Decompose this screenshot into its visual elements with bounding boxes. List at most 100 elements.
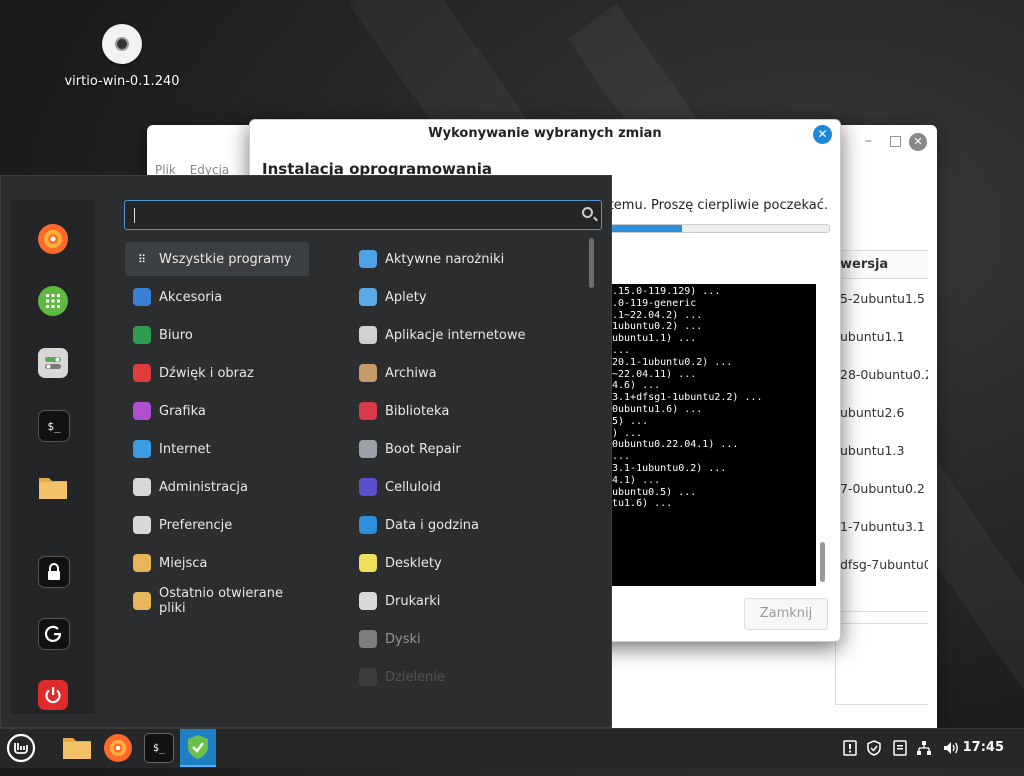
app-item[interactable]: Dyski [351,622,585,656]
applets-icon [359,288,377,306]
palette-icon [133,402,151,420]
notifications-icon[interactable] [842,740,858,756]
settings-icon[interactable] [38,348,68,378]
software-manager-icon[interactable] [38,286,68,316]
app-label: Dyski [385,631,421,647]
package-list[interactable]: wersja 5-2ubuntu1.5 ubuntu1.1 28-0ubuntu… [835,250,928,612]
category-label: Dźwięk i obraz [159,365,254,381]
maximize-button[interactable]: □ [889,133,902,149]
category-item[interactable]: Ostatnio otwierane pliki [125,584,309,618]
column-header-version[interactable]: wersja [836,251,928,279]
power-icon[interactable] [38,680,68,710]
firefox-icon[interactable] [38,224,68,254]
admin-icon [133,478,151,496]
clock[interactable]: 17:45 [963,740,1004,755]
app-item[interactable]: Aplikacje internetowe [351,318,585,352]
app-label: Celluloid [385,479,441,495]
clock-icon [359,516,377,534]
desktop-icon-virtio[interactable]: virtio-win-0.1.240 [62,24,182,89]
folder-icon [133,554,151,572]
list-item[interactable]: 7-0ubuntu0.2 [840,481,928,496]
category-label: Wszystkie programy [159,251,292,267]
terminal-scroll-thumb[interactable] [820,542,825,582]
category-label: Ostatnio otwierane pliki [159,586,283,616]
apps-scrollbar[interactable] [589,238,594,288]
disks-icon [359,630,377,648]
list-item[interactable]: ubuntu2.6 [840,405,928,420]
logout-icon[interactable] [38,618,70,650]
taskbar-firefox-icon[interactable] [104,734,132,762]
category-item[interactable]: Administracja [125,470,309,504]
app-item[interactable]: Dzielenie [351,660,585,694]
taskbar-files-icon[interactable] [62,733,92,763]
library-icon [359,402,377,420]
category-item[interactable]: ⠿ Wszystkie programy [125,242,309,276]
app-item[interactable]: Data i godzina [351,508,585,542]
app-label: Archiwa [385,365,437,381]
taskbar: $_ 17:45 [0,728,1024,768]
dialog-close-button[interactable]: ✕ [813,125,832,144]
category-label: Miejsca [159,555,208,571]
search-input[interactable] [124,200,602,230]
grid-icon: ⠿ [137,252,147,266]
category-label: Preferencje [159,517,233,533]
mint-menu-button[interactable] [6,733,36,763]
app-label: Data i godzina [385,517,480,533]
app-item[interactable]: Archiwa [351,356,585,390]
terminal-scrollbar[interactable] [820,284,826,584]
app-item[interactable]: Boot Repair [351,432,585,466]
list-item[interactable]: 28-0ubuntu0.2 [840,367,928,382]
clipboard-icon[interactable] [892,740,908,756]
category-item[interactable]: Preferencje [125,508,309,542]
app-label: Aplety [385,289,427,305]
list-item[interactable]: 5-2ubuntu1.5 [840,291,928,306]
lock-icon[interactable] [38,556,70,588]
taskbar-terminal-icon[interactable]: $_ [144,733,174,763]
terminal-icon[interactable]: $_ [38,410,70,442]
dialog-title: Wykonywanie wybranych zmian [428,126,662,141]
desklets-icon [359,554,377,572]
app-item[interactable]: Desklety [351,546,585,580]
minimize-button[interactable]: – [865,133,872,149]
app-item[interactable]: Aplety [351,280,585,314]
app-item[interactable]: Celluloid [351,470,585,504]
category-item[interactable]: Dźwięk i obraz [125,356,309,390]
list-item[interactable]: ubuntu1.3 [840,443,928,458]
play-icon [133,364,151,382]
category-item[interactable]: Miejsca [125,546,309,580]
window-close-button[interactable]: ✕ [909,133,927,151]
app-label: Desklety [385,555,442,571]
favorites-panel: $_ [11,200,95,714]
network-icon[interactable] [916,740,932,756]
taskbar-update-manager-icon[interactable] [180,729,216,767]
category-item[interactable]: Biuro [125,318,309,352]
office-icon [133,326,151,344]
text-caret [134,208,135,223]
category-label: Internet [159,441,211,457]
category-label: Biuro [159,327,193,343]
list-item[interactable]: ubuntu1.1 [840,329,928,344]
category-item[interactable]: Internet [125,432,309,466]
celluloid-icon [359,478,377,496]
boot-repair-icon [359,440,377,458]
category-item[interactable]: Akcesoria [125,280,309,314]
disc-icon [102,24,142,64]
category-item[interactable]: Grafika [125,394,309,428]
files-icon[interactable] [38,472,68,502]
shield-icon[interactable] [866,740,882,756]
app-label: Biblioteka [385,403,450,419]
app-item[interactable]: Biblioteka [351,394,585,428]
volume-icon[interactable] [942,740,958,756]
list-item[interactable]: 1-7ubuntu3.1 [840,519,928,534]
start-menu[interactable]: $_ ⠿ Wszystkie programy Akcesoria Biuro Dźwi… [0,175,612,728]
list-item[interactable]: dfsg-7ubuntu0. [840,557,928,572]
archive-icon [359,364,377,382]
mint-logo-icon [6,733,36,763]
app-item[interactable]: Aktywne narożniki [351,242,585,276]
app-label: Drukarki [385,593,441,609]
scissors-icon [133,288,151,306]
close-dialog-button[interactable]: Zamknij [744,598,828,630]
web-apps-icon [359,326,377,344]
cloud-icon [133,440,151,458]
app-item[interactable]: Drukarki [351,584,585,618]
